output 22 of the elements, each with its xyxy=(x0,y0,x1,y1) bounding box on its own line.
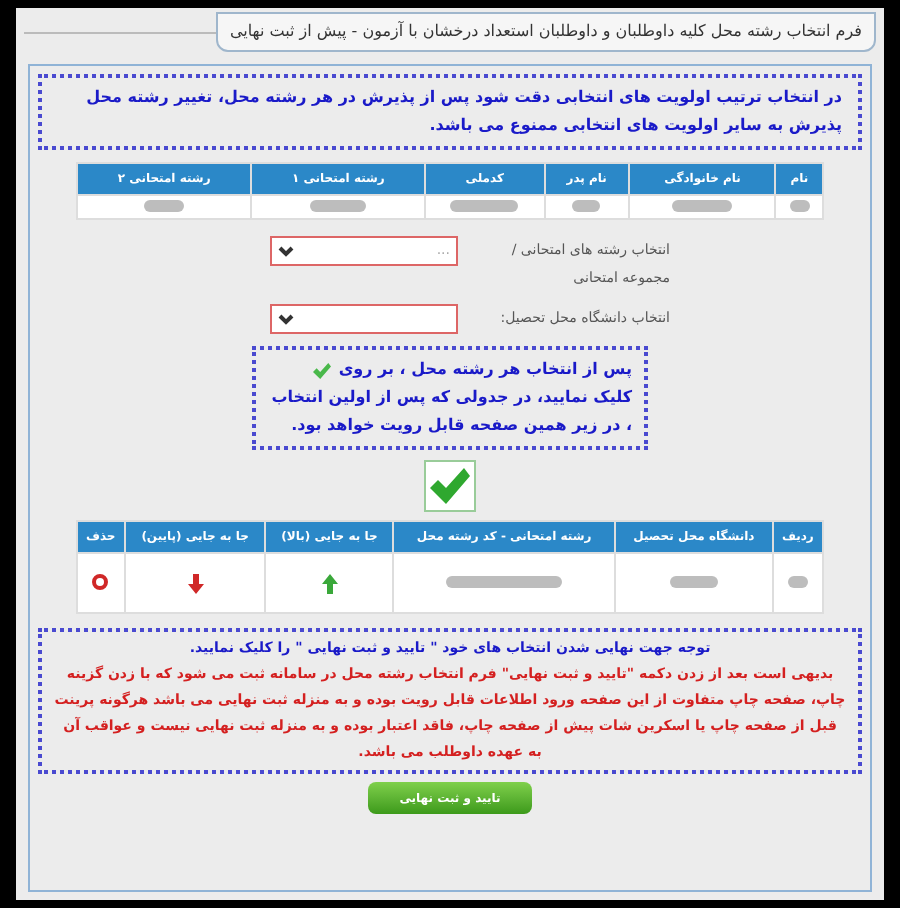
redacted-value xyxy=(787,576,808,589)
warning-text: در انتخاب ترتیب اولویت های انتخابی دقت شود پس از پذیرش در هر رشته محل، تغییر رشته محل پذیرش به سایر اولویت های انتخابی ممنوع می باشد. xyxy=(38,74,862,150)
hint-text: پس از انتخاب هر رشته محل ، بر روی xyxy=(338,358,632,382)
redacted-value xyxy=(446,576,563,589)
arrow-down-icon[interactable] xyxy=(187,573,204,593)
redacted-value xyxy=(672,200,733,213)
redacted-value xyxy=(144,200,185,213)
redacted-value xyxy=(669,576,718,589)
chevron-down-icon xyxy=(278,245,294,257)
delete-icon[interactable] xyxy=(92,574,109,591)
form-title: فرم انتخاب رشته محل کلیه داوطلبان و داوطلبان استعداد درخشان با آزمون - پیش از ثبت نهایی xyxy=(215,12,876,52)
arrow-up-icon[interactable] xyxy=(321,573,338,593)
redacted-value xyxy=(450,200,519,213)
redacted-value xyxy=(310,200,367,213)
select-field[interactable] xyxy=(270,304,458,334)
redacted-value xyxy=(572,200,601,213)
checkmark-icon xyxy=(312,361,333,379)
hint-text: کلیک نمایید، در جدولی که پس از اولین انتخاب ، در زیر همین صفحه قابل رویت خواهد بود. xyxy=(269,386,632,438)
checkmark-icon xyxy=(428,466,472,506)
add-choice-button[interactable] xyxy=(424,460,476,512)
chevron-down-icon xyxy=(278,313,294,325)
redacted-value xyxy=(789,200,810,213)
